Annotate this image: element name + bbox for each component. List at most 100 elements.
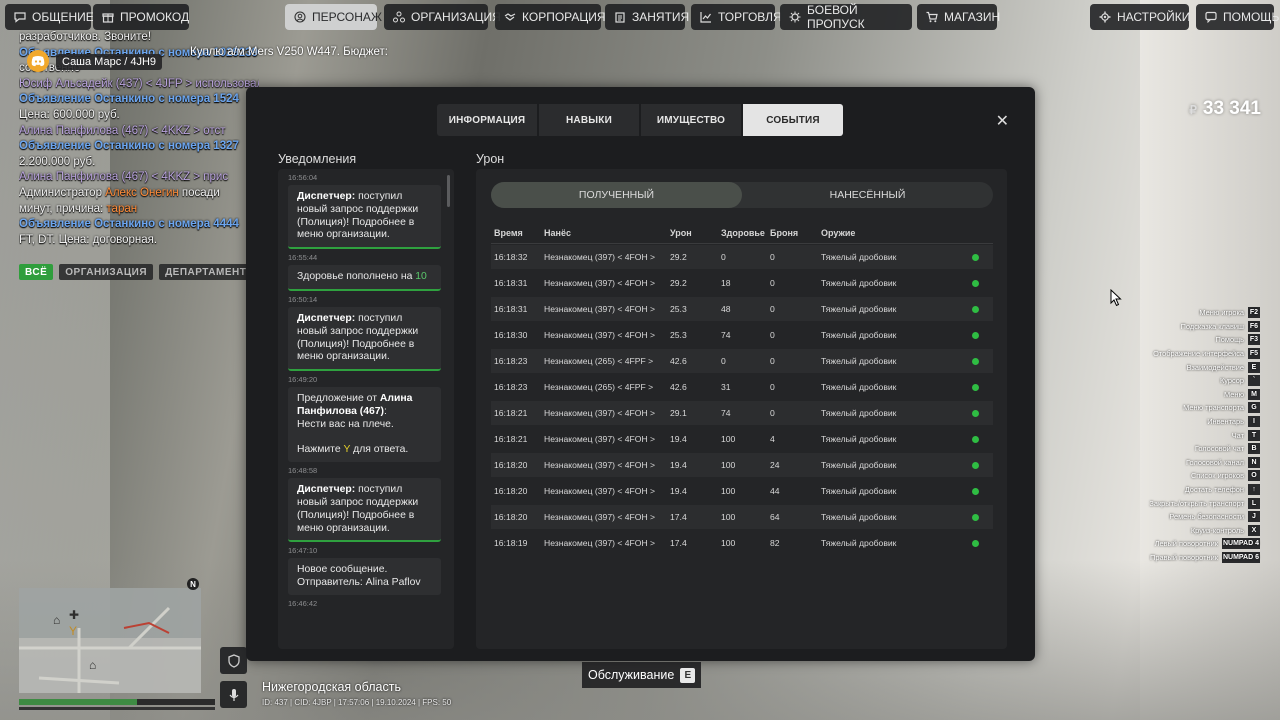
table-row[interactable]: 16:18:21 Незнакомец (397) < 4FOH > 19.4 100…	[491, 427, 993, 451]
cell-weapon: Тяжелый дробовик	[821, 408, 897, 418]
table-row[interactable]: 16:18:31 Незнакомец (397) < 4FOH > 25.3 48 0…	[491, 297, 993, 321]
status-dot-icon	[972, 540, 979, 547]
cell-dmg: 19.4	[670, 486, 687, 496]
cell-weapon: Тяжелый дробовик	[821, 434, 897, 444]
table-row[interactable]: 16:18:20 Незнакомец (397) < 4FOH > 17.4 100…	[491, 505, 993, 529]
cell-by: Незнакомец (397) < 4FOH >	[544, 512, 656, 522]
key-hint: Курсор `	[1149, 374, 1260, 388]
status-dot-icon	[972, 514, 979, 521]
nav-button-right-0[interactable]: НАСТРОЙКИ	[1090, 4, 1190, 30]
chat-text: Алина Панфилова (467) < 4KKZ > прис	[19, 171, 229, 184]
cell-weapon: Тяжелый дробовик	[821, 382, 897, 392]
chat-line: Объявление Останкино с номера 4444	[19, 217, 259, 233]
nav-button-center-5[interactable]: БОЕВОЙ ПРОПУСК	[780, 3, 912, 31]
notifications-list[interactable]: 16:56:04 Диспетчер: поступил новый запрос…	[278, 169, 454, 649]
microphone-icon[interactable]	[220, 681, 247, 708]
cell-weapon: Тяжелый дробовик	[821, 304, 897, 314]
status-dot-icon	[972, 436, 979, 443]
cell-hp: 0	[721, 356, 726, 366]
chat-text: Администратор	[19, 186, 106, 199]
cell-armor: 4	[770, 434, 775, 444]
notification-time: 16:48:58	[288, 466, 318, 476]
hint-key: X	[1248, 524, 1260, 536]
table-row[interactable]: 16:18:19 Незнакомец (397) < 4FOH > 17.4 100…	[491, 531, 993, 555]
cart-icon	[926, 11, 938, 23]
modal-tab[interactable]: СОБЫТИЯ	[743, 104, 843, 136]
nav-button-center-6[interactable]: МАГАЗИН	[917, 4, 1000, 30]
hint-label: Меню игрока	[1199, 308, 1244, 318]
hint-label: Ремень безопасности	[1169, 512, 1244, 522]
cell-hp: 100	[721, 434, 736, 444]
gear-icon	[1099, 11, 1111, 23]
notification-card: Диспетчер: поступил новый запрос поддерж…	[288, 185, 441, 250]
nav-button-center-1[interactable]: ОРГАНИЗАЦИЯ	[384, 4, 501, 30]
close-icon[interactable]: ✕	[996, 111, 1009, 131]
damage-toggle-option[interactable]: НАНЕСЁННЫЙ	[742, 182, 993, 208]
cell-armor: 0	[770, 252, 775, 262]
hint-key: F3	[1248, 334, 1260, 346]
chat-tabs: ВСЁ ОРГАНИЗАЦИЯ ДЕПАРТАМЕНТ	[19, 264, 253, 280]
nav-button-right-1[interactable]: ПОМОЩЬ	[1196, 4, 1279, 30]
notification-time: 16:55:44	[288, 253, 318, 263]
hint-key: N	[1248, 456, 1260, 468]
damage-toggle-option[interactable]: ПОЛУЧЕННЫЙ	[491, 182, 742, 208]
nav-button-left-1[interactable]: ПРОМОКОД	[93, 4, 189, 30]
cell-hp: 100	[721, 538, 736, 548]
table-row[interactable]: 16:18:23 Незнакомец (265) < 4FPF > 42.6 0 0 Т…	[491, 349, 993, 373]
nav-button-center-0[interactable]: ПЕРСОНАЖ	[285, 4, 382, 30]
hint-label: Круиз-контроль	[1190, 525, 1244, 535]
notification-text: Здоровье пополнено на	[297, 271, 416, 283]
player-info: ID: 437 | CID: 4JBP | 17:57:06 | 19.10.2…	[262, 698, 452, 707]
location-name: Нижегородская область	[262, 680, 401, 694]
modal-tab[interactable]: НАВЫКИ	[539, 104, 639, 136]
nav-label: КОРПОРАЦИЯ	[522, 10, 606, 24]
notification-value: 10	[415, 271, 427, 283]
chat-line: Алина Панфилова (467) < 4KKZ > прис	[19, 170, 259, 186]
table-row[interactable]: 16:18:23 Незнакомец (265) < 4FPF > 42.6 31 0…	[491, 375, 993, 399]
table-row[interactable]: 16:18:32 Незнакомец (397) < 4FOH > 29.2 0 0 Т…	[491, 245, 993, 269]
nav-button-left-0[interactable]: ОБЩЕНИЕ	[5, 4, 94, 30]
nav-button-center-2[interactable]: КОРПОРАЦИЯ	[495, 4, 606, 30]
cell-armor: 0	[770, 330, 775, 340]
map-shop-icon: ✚	[69, 608, 80, 622]
cell-hp: 31	[721, 382, 731, 392]
key-hint: Инвентарь I	[1149, 415, 1260, 429]
notification-card: Диспетчер: поступил новый запрос поддерж…	[288, 306, 441, 372]
health-bar-fill	[19, 699, 137, 705]
modal-tab[interactable]: ИНФОРМАЦИЯ	[437, 104, 537, 136]
hint-key: M	[1248, 388, 1260, 400]
cell-dmg: 25.3	[670, 304, 687, 314]
notifications-scrollbar[interactable]	[447, 175, 450, 207]
nav-button-center-4[interactable]: ТОРГОВЛЯ	[691, 4, 782, 30]
notification-card: Новое сообщение. Отправитель: Alina Pafl…	[288, 558, 441, 595]
map-marker-icon: ⌂	[53, 613, 61, 627]
chat-tab[interactable]: ДЕПАРТАМЕНТ	[159, 264, 253, 280]
chat-line: Администратор Алекс Онегин посади	[19, 186, 259, 202]
hint-label: Помощь	[1215, 335, 1244, 345]
table-row[interactable]: 16:18:21 Незнакомец (397) < 4FOH > 29.1 74 0…	[491, 401, 993, 425]
table-row[interactable]: 16:18:20 Незнакомец (397) < 4FOH > 19.4 100…	[491, 453, 993, 477]
cell-time: 16:18:31	[494, 304, 528, 314]
chat-tab[interactable]: ВСЁ	[19, 264, 54, 280]
chat-tab[interactable]: ОРГАНИЗАЦИЯ	[59, 264, 154, 280]
cell-hp: 100	[721, 512, 736, 522]
help-chat-icon	[1205, 11, 1217, 23]
table-row[interactable]: 16:18:20 Незнакомец (397) < 4FOH > 19.4 100…	[491, 479, 993, 503]
cell-armor: 0	[770, 382, 775, 392]
key-hint: Правый поворотник NUMPAD 6	[1149, 551, 1260, 565]
cell-hp: 48	[721, 304, 731, 314]
table-row[interactable]: 16:18:31 Незнакомец (397) < 4FOH > 29.2 18 0…	[491, 271, 993, 295]
cell-weapon: Тяжелый дробовик	[821, 512, 897, 522]
chat-text: Алина Панфилова (467) < 4KKZ > отст	[19, 124, 226, 137]
nav-label: ОРГАНИЗАЦИЯ	[411, 10, 501, 24]
nav-button-center-3[interactable]: ЗАНЯТИЯ	[605, 4, 689, 30]
status-dot-icon	[972, 254, 979, 261]
modal-tabs: ИНФОРМАЦИЯ НАВЫКИ ИМУЩЕСТВО СОБЫТИЯ	[437, 104, 843, 136]
hint-key: E	[1248, 361, 1260, 373]
shield-icon[interactable]	[220, 647, 247, 674]
modal-tab[interactable]: ИМУЩЕСТВО	[641, 104, 741, 136]
table-row[interactable]: 16:18:30 Незнакомец (397) < 4FOH > 25.3 74 0…	[491, 323, 993, 347]
cell-by: Незнакомец (265) < 4FPF >	[544, 382, 654, 392]
column-header: Здоровье	[721, 228, 765, 238]
chat-text: Объявление Останкино с номера 4444	[19, 218, 239, 231]
